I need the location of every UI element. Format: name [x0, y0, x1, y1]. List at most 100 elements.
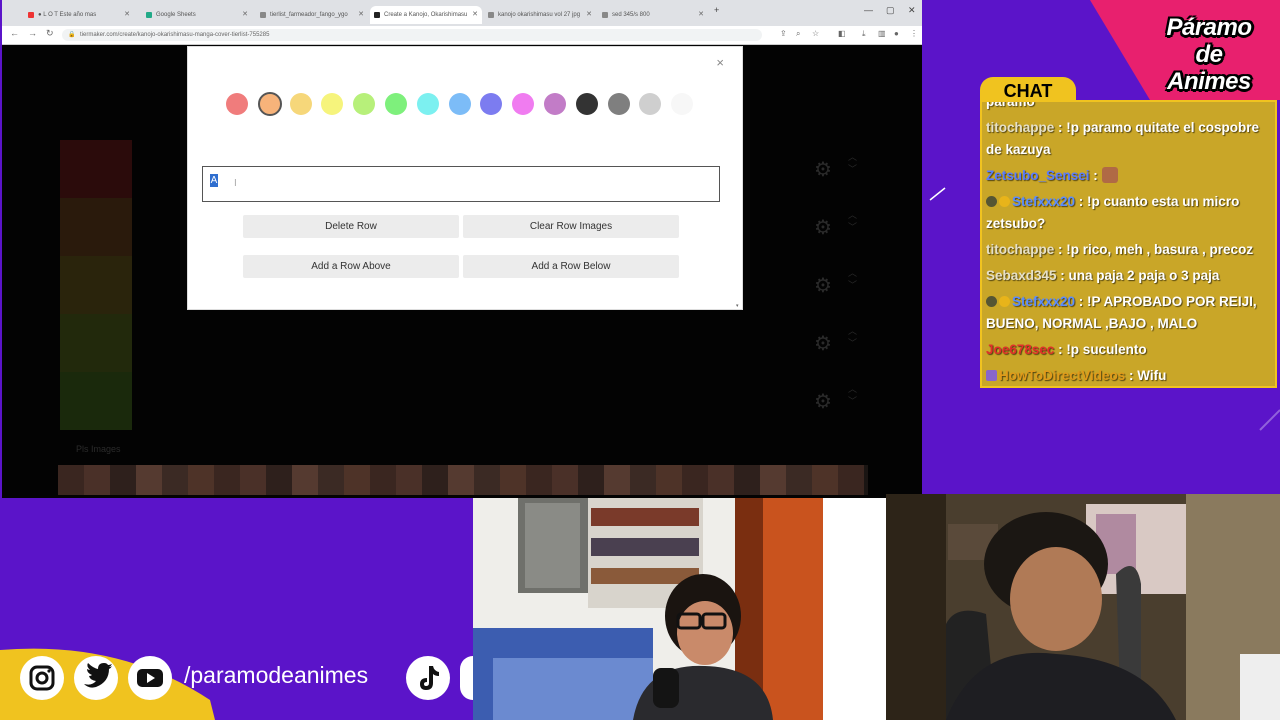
delete-row-button[interactable]: Delete Row — [243, 215, 459, 238]
pool-image-thumbnail[interactable] — [110, 465, 136, 495]
pool-image-thumbnail[interactable] — [448, 465, 474, 495]
url-field[interactable]: 🔒 tiermaker.com/create/kanojo-okarishimas… — [62, 29, 762, 41]
new-tab-button[interactable]: + — [714, 5, 719, 15]
row-label-input[interactable]: A I — [202, 166, 720, 202]
row-move-chevrons-icon[interactable]: ︿ ﹀ — [848, 151, 857, 175]
close-tab-icon[interactable]: ✕ — [472, 6, 478, 24]
share-icon[interactable]: ⇪ — [780, 29, 787, 38]
row-move-chevrons-icon[interactable]: ︿ ﹀ — [848, 383, 857, 407]
extension-icon[interactable]: ◧ — [838, 29, 846, 38]
pool-image-thumbnail[interactable] — [188, 465, 214, 495]
color-swatch[interactable] — [385, 93, 407, 115]
pool-image-thumbnail[interactable] — [838, 465, 864, 495]
row-move-chevrons-icon[interactable]: ︿ ﹀ — [848, 325, 857, 349]
row-settings-gear-icon[interactable]: ⚙ — [814, 389, 832, 414]
pool-image-thumbnail[interactable] — [552, 465, 578, 495]
row-move-chevrons-icon[interactable]: ︿ ﹀ — [848, 209, 857, 233]
pool-image-thumbnail[interactable] — [292, 465, 318, 495]
close-tab-icon[interactable]: ✕ — [242, 6, 248, 24]
close-tab-icon[interactable]: ✕ — [358, 6, 364, 24]
pool-image-thumbnail[interactable] — [578, 465, 604, 495]
bookmark-star-icon[interactable]: ☆ — [812, 29, 819, 38]
pool-image-thumbnail[interactable] — [786, 465, 812, 495]
close-tab-icon[interactable]: ✕ — [124, 6, 130, 24]
browser-tab[interactable]: ● L O T Este año mas ✕ — [24, 6, 134, 24]
minimize-button[interactable]: — — [864, 5, 873, 15]
back-arrow-icon[interactable]: ← — [10, 28, 19, 38]
row-settings-gear-icon[interactable]: ⚙ — [814, 215, 832, 240]
color-swatch[interactable] — [544, 93, 566, 115]
close-modal-icon[interactable]: × — [716, 55, 724, 70]
close-tab-icon[interactable]: ✕ — [698, 6, 704, 24]
color-swatch[interactable] — [639, 93, 662, 115]
color-swatch[interactable] — [448, 93, 471, 115]
color-swatch[interactable] — [416, 93, 439, 115]
maximize-button[interactable]: ▢ — [886, 5, 895, 16]
pool-image-thumbnail[interactable] — [474, 465, 500, 495]
pool-image-thumbnail[interactable] — [422, 465, 448, 495]
image-pool[interactable] — [58, 465, 868, 495]
browser-tab[interactable]: sed 345/s 800 ✕ — [598, 6, 708, 24]
pool-image-thumbnail[interactable] — [344, 465, 370, 495]
tier-label-c[interactable] — [60, 314, 132, 372]
color-swatch[interactable] — [575, 93, 598, 115]
tier-label-d[interactable] — [60, 372, 132, 430]
browser-tab-active[interactable]: Create a Kanojo, Okarishimasu ✕ — [370, 6, 482, 24]
close-window-button[interactable]: ✕ — [908, 5, 916, 16]
pool-image-thumbnail[interactable] — [370, 465, 396, 495]
color-swatch[interactable] — [607, 93, 630, 115]
browser-tab[interactable]: kanojo okarishimasu vol 27 jpg ✕ — [484, 6, 596, 24]
pool-image-thumbnail[interactable] — [708, 465, 734, 495]
pool-image-thumbnail[interactable] — [500, 465, 526, 495]
color-swatch[interactable] — [480, 93, 503, 115]
color-swatch[interactable] — [226, 93, 248, 115]
row-settings-gear-icon[interactable]: ⚙ — [814, 331, 832, 356]
pool-image-thumbnail[interactable] — [266, 465, 292, 495]
color-swatch[interactable] — [671, 93, 694, 115]
profile-avatar-icon[interactable]: ● — [894, 29, 899, 38]
pool-image-thumbnail[interactable] — [240, 465, 266, 495]
tier-label-s[interactable] — [60, 140, 132, 198]
tier-label-a[interactable] — [60, 198, 132, 256]
pool-image-thumbnail[interactable] — [396, 465, 422, 495]
add-row-below-button[interactable]: Add a Row Below — [463, 255, 679, 278]
clear-row-images-button[interactable]: Clear Row Images — [463, 215, 679, 238]
color-swatch[interactable] — [321, 93, 344, 115]
color-swatch[interactable] — [257, 92, 282, 116]
badge-icon — [986, 370, 997, 381]
row-move-chevrons-icon[interactable]: ︿ ﹀ — [848, 267, 857, 291]
pool-image-thumbnail[interactable] — [162, 465, 188, 495]
pool-image-thumbnail[interactable] — [760, 465, 786, 495]
browser-tab[interactable]: tierlist_farmeador_fango_ygo ✕ — [256, 6, 368, 24]
pool-image-thumbnail[interactable] — [630, 465, 656, 495]
pool-image-thumbnail[interactable] — [526, 465, 552, 495]
close-tab-icon[interactable]: ✕ — [586, 6, 592, 24]
download-icon[interactable]: ⤓ — [862, 29, 866, 39]
pool-image-thumbnail[interactable] — [58, 465, 84, 495]
zoom-icon[interactable]: ⌕ — [796, 29, 800, 39]
forward-arrow-icon[interactable]: → — [28, 28, 37, 38]
add-row-above-button[interactable]: Add a Row Above — [243, 255, 459, 278]
pool-image-thumbnail[interactable] — [214, 465, 240, 495]
sidebar-icon[interactable]: ▥ — [878, 29, 886, 38]
color-swatch[interactable] — [512, 93, 535, 115]
resize-handle-icon[interactable]: ▾ — [736, 303, 742, 309]
browser-tab[interactable]: Google Sheets ✕ — [142, 6, 252, 24]
pool-image-thumbnail[interactable] — [734, 465, 760, 495]
pool-image-thumbnail[interactable] — [84, 465, 110, 495]
row-settings-gear-icon[interactable]: ⚙ — [814, 273, 832, 298]
row-settings-gear-icon[interactable]: ⚙ — [814, 157, 832, 182]
menu-dots-icon[interactable]: ⋮ — [910, 29, 918, 38]
pool-image-thumbnail[interactable] — [656, 465, 682, 495]
color-swatch[interactable] — [289, 93, 312, 115]
color-swatch[interactable] — [353, 93, 376, 115]
tier-labels — [60, 140, 132, 430]
tier-label-b[interactable] — [60, 256, 132, 314]
pool-image-thumbnail[interactable] — [682, 465, 708, 495]
reload-icon[interactable]: ↻ — [46, 28, 54, 39]
pool-image-thumbnail[interactable] — [136, 465, 162, 495]
pool-image-thumbnail[interactable] — [604, 465, 630, 495]
pool-image-thumbnail[interactable] — [318, 465, 344, 495]
pool-image-thumbnail[interactable] — [812, 465, 838, 495]
browser-window: ● L O T Este año mas ✕ Google Sheets ✕ tie… — [2, 0, 922, 498]
